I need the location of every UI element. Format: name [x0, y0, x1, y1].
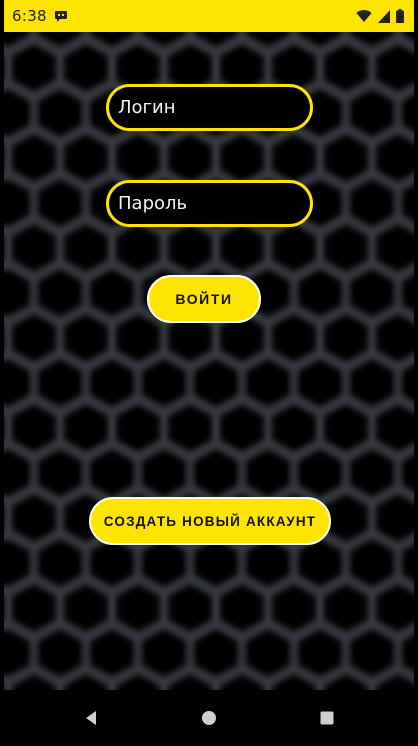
home-button[interactable] — [195, 704, 223, 732]
back-button[interactable] — [77, 704, 105, 732]
create-account-button[interactable]: СОЗДАТЬ НОВЫЙ АККАУНТ — [89, 497, 331, 545]
login-screen: 6:38 Логин ВОЙТИ СОЗДАТЬ НОВЫЙ АККАУНТ — [0, 0, 418, 746]
login-input[interactable] — [106, 84, 313, 131]
notification-icon — [55, 11, 67, 22]
status-bar: 6:38 — [4, 0, 414, 32]
signal-icon — [378, 9, 390, 23]
login-button[interactable]: ВОЙТИ — [147, 275, 261, 323]
recents-icon — [320, 711, 334, 725]
recents-button[interactable] — [313, 704, 341, 732]
back-icon — [86, 711, 96, 725]
navigation-bar — [0, 690, 418, 746]
wifi-icon — [356, 10, 372, 22]
home-icon — [202, 711, 216, 725]
status-icons — [356, 8, 404, 24]
battery-icon — [396, 9, 404, 23]
password-input[interactable] — [106, 180, 313, 227]
status-time: 6:38 — [12, 7, 47, 25]
